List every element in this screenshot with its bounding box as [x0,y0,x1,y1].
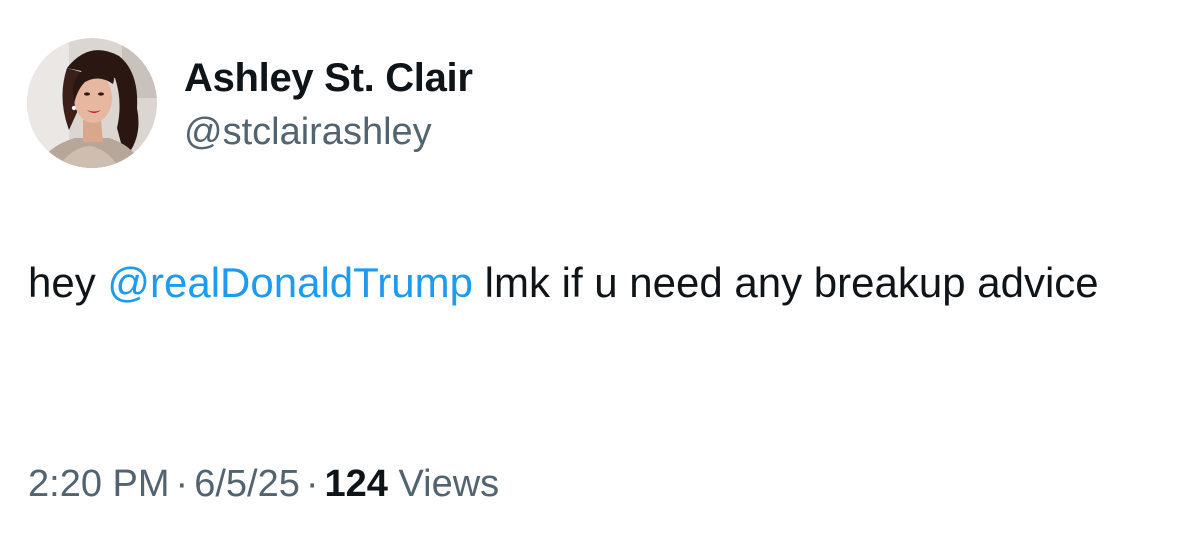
tweet-text-start: hey [28,259,108,306]
avatar[interactable] [27,38,157,168]
avatar-photo [27,38,157,168]
tweet-card: Ashley St. Clair @stclairashley hey @rea… [0,0,1199,536]
tweet-text: hey @realDonaldTrump lmk if u need any b… [28,248,1178,318]
author-block: Ashley St. Clair @stclairashley [184,56,473,153]
meta-separator: · [305,463,319,505]
mention-link[interactable]: @realDonaldTrump [107,259,473,306]
tweet-time[interactable]: 2:20 PM [28,463,170,505]
views-count: 124 [324,463,388,505]
tweet-text-end: lmk if u need any breakup advice [472,259,1099,306]
meta-separator: · [175,463,189,505]
author-display-name[interactable]: Ashley St. Clair [184,56,473,100]
author-handle[interactable]: @stclairashley [184,111,473,153]
tweet-date[interactable]: 6/5/25 [194,463,300,505]
views-label: Views [398,463,500,505]
tweet-meta: 2:20 PM · 6/5/25 · 124 Views [28,460,499,508]
